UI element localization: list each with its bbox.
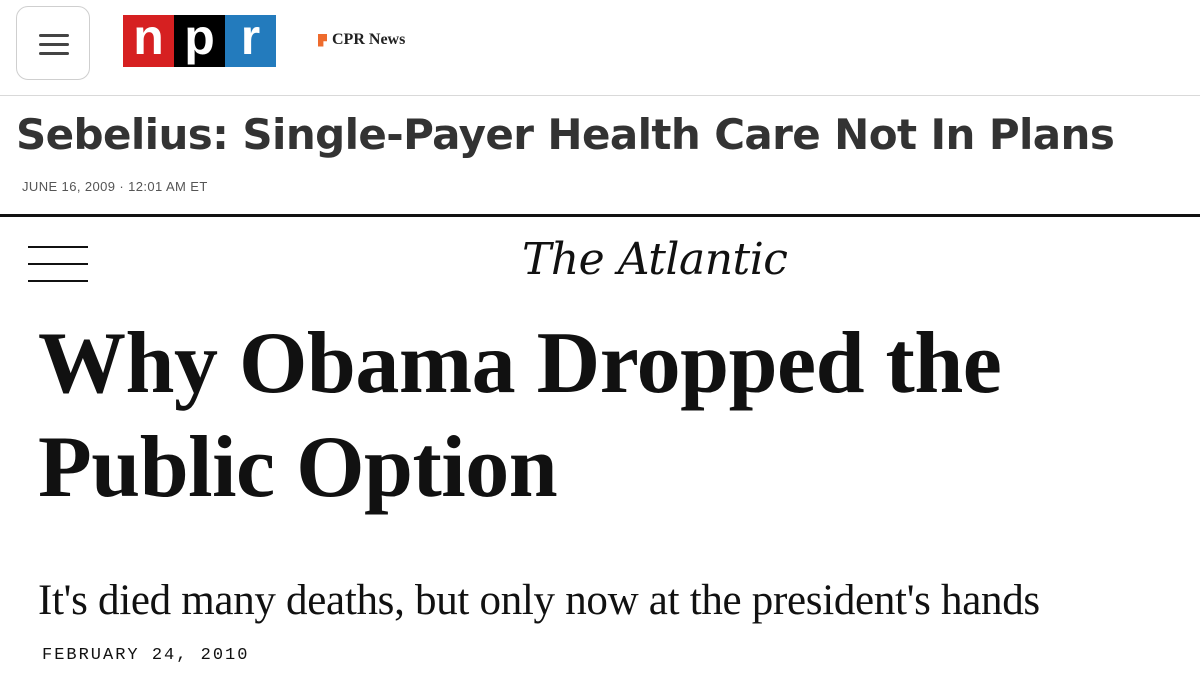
hamburger-menu-icon	[39, 34, 69, 37]
atlantic-article-date: FEBRUARY 24, 2010	[42, 646, 250, 665]
atlantic-article-subtitle: It's died many deaths, but only now at t…	[38, 577, 1040, 624]
npr-logo-letter-p: p	[174, 12, 225, 67]
npr-menu-button[interactable]	[16, 6, 90, 80]
npr-logo-letter-n: n	[123, 12, 174, 67]
npr-article-headline: Sebelius: Single-Payer Health Care Not I…	[16, 110, 1115, 159]
cpr-flag-icon	[318, 33, 327, 47]
section-divider	[0, 214, 1200, 217]
npr-header-divider	[0, 95, 1200, 96]
hamburger-menu-icon	[28, 246, 88, 248]
atlantic-logo[interactable]: The Atlantic	[522, 234, 788, 285]
npr-logo-letter-r: r	[225, 12, 276, 67]
cpr-news-link[interactable]: CPR News	[318, 31, 405, 49]
npr-logo[interactable]: n p r	[123, 12, 276, 67]
npr-header: n p r CPR News	[0, 0, 1200, 96]
atlantic-article-headline: Why Obama Dropped the Public Option	[38, 312, 1038, 520]
npr-article-date: JUNE 16, 2009 · 12:01 AM ET	[22, 179, 208, 194]
atlantic-menu-button[interactable]	[28, 245, 88, 285]
atlantic-headline-line-2: Public Option	[38, 419, 558, 516]
atlantic-headline-line-1: Why Obama Dropped the	[38, 315, 1002, 412]
cpr-news-label: CPR News	[332, 31, 406, 48]
